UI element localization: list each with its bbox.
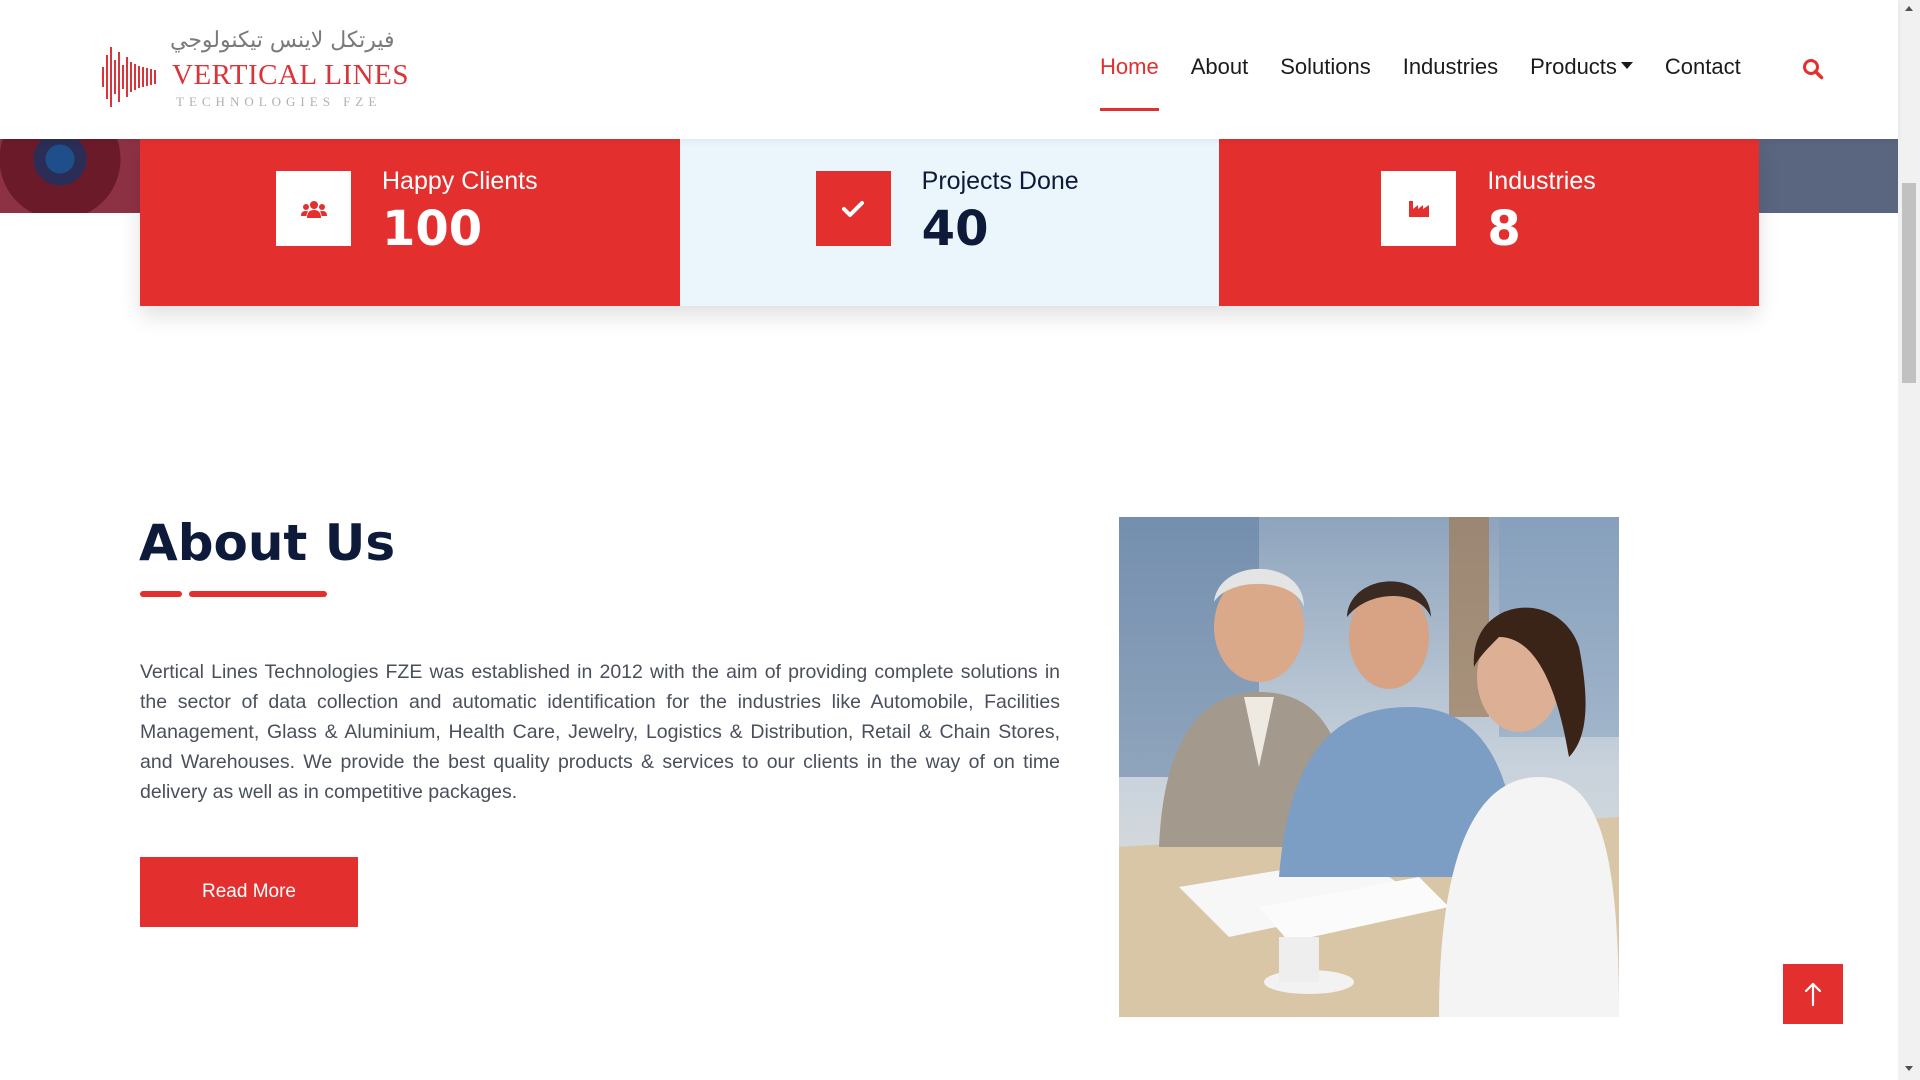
search-icon[interactable] <box>1802 58 1824 80</box>
caret-down-icon <box>1620 61 1633 69</box>
stat-industries: Industries 8 <box>1219 139 1760 306</box>
stat-value: 8 <box>1487 201 1521 257</box>
about-title: About Us <box>139 514 396 572</box>
industry-icon <box>1408 200 1429 217</box>
logo[interactable]: فيرتكل لاينس تيكنولوجي VERTICAL LINES TE… <box>100 28 408 118</box>
underline-long <box>189 591 327 597</box>
read-more-button[interactable]: Read More <box>140 857 358 927</box>
stat-projects-done: Projects Done 40 <box>679 139 1220 306</box>
nav-item-contact[interactable]: Contact <box>1665 54 1741 80</box>
nav-item-products[interactable]: Products <box>1530 54 1633 80</box>
logo-sub-text: TECHNOLOGIES FZE <box>176 94 382 109</box>
logo-bars-icon <box>102 42 172 112</box>
nav-item-products-label: Products <box>1530 54 1617 79</box>
stat-label: Happy Clients <box>382 167 538 195</box>
underline-short <box>140 591 182 597</box>
stat-happy-clients: Happy Clients 100 <box>140 139 680 306</box>
page-scrollbar[interactable] <box>1898 0 1920 1080</box>
stat-icon-box <box>276 171 351 246</box>
nav-item-home[interactable]: Home <box>1100 54 1159 111</box>
stat-label: Industries <box>1487 167 1596 195</box>
nav-item-industries[interactable]: Industries <box>1403 54 1498 80</box>
back-to-top-button[interactable] <box>1783 964 1843 1024</box>
logo-brand-text: VERTICAL LINES <box>172 59 409 91</box>
site-header: فيرتكل لاينس تيكنولوجي VERTICAL LINES TE… <box>0 0 1898 139</box>
stat-value: 100 <box>382 201 483 257</box>
arrow-up-icon <box>1804 982 1822 1007</box>
users-icon <box>300 200 327 218</box>
logo-arabic-text: فيرتكل لاينس تيكنولوجي <box>170 28 395 53</box>
about-photo <box>1119 517 1619 1017</box>
scrollbar-thumb[interactable] <box>1902 183 1916 383</box>
stat-icon-box <box>1381 171 1457 246</box>
stat-label: Projects Done <box>921 167 1079 195</box>
stats-bar: Happy Clients 100 Projects Done 40 Indus… <box>140 139 1760 306</box>
main-nav: Home About Solutions Industries Products… <box>1100 54 1773 111</box>
check-icon <box>842 200 865 217</box>
about-text: Vertical Lines Technologies FZE was esta… <box>140 661 1060 803</box>
meeting-photo-illustration <box>1119 517 1619 1017</box>
hero-image-fragment <box>0 139 160 213</box>
scroll-up-arrow-icon[interactable] <box>1905 6 1913 11</box>
scroll-down-arrow-icon[interactable] <box>1905 1066 1913 1071</box>
stat-icon-box <box>815 171 891 246</box>
nav-item-solutions[interactable]: Solutions <box>1280 54 1371 80</box>
nav-item-about[interactable]: About <box>1191 54 1249 80</box>
stat-value: 40 <box>921 201 989 257</box>
